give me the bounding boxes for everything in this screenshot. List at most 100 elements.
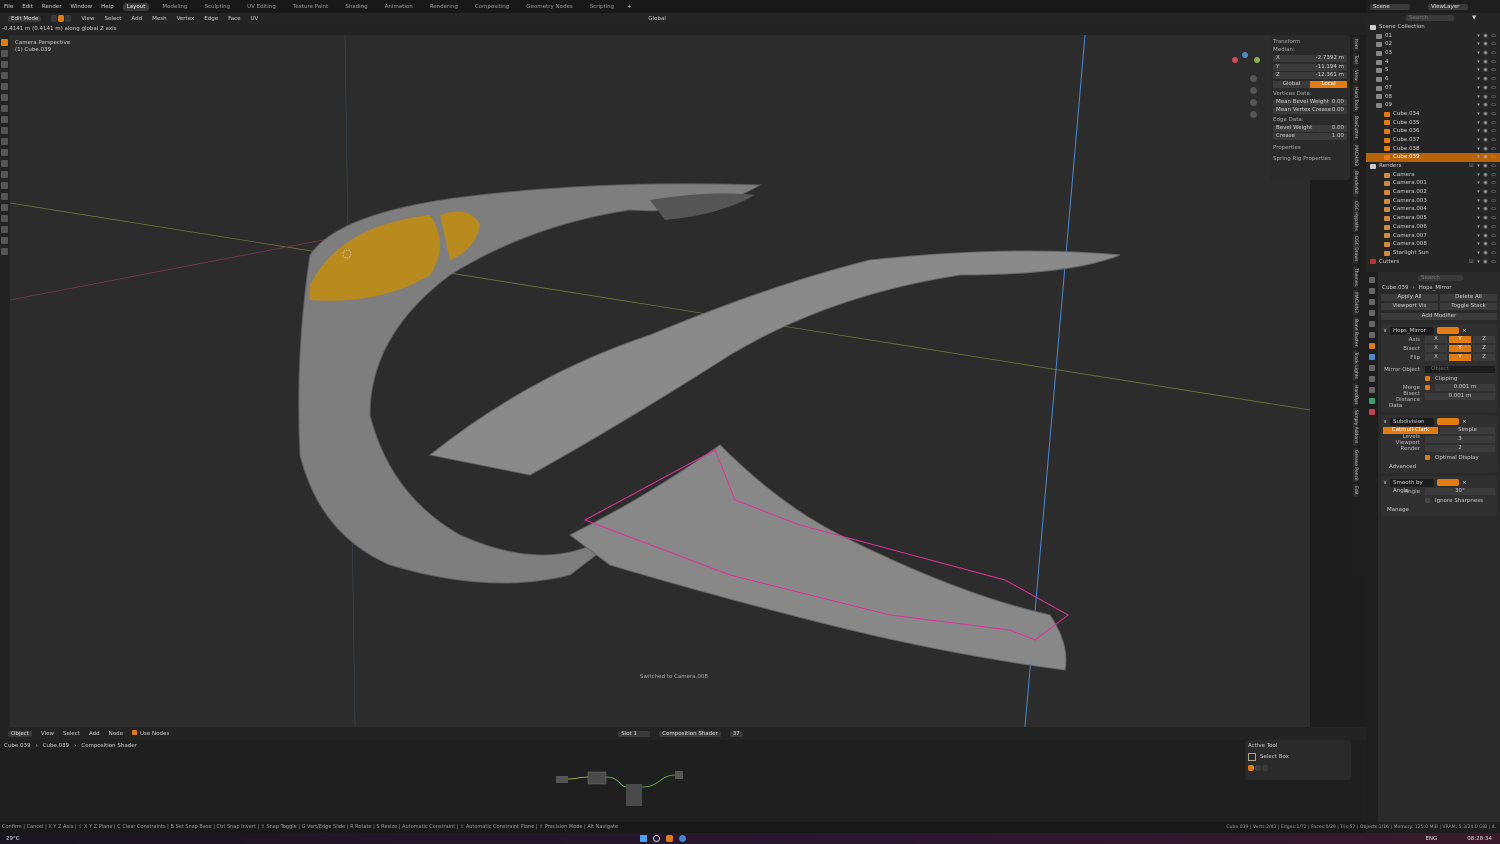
apply-all-button[interactable]: Apply All [1381,294,1438,301]
camera-object-row[interactable]: Camera.002 ▾ ◉ ▭ [1366,188,1500,197]
bisect-z-toggle[interactable]: Z [1473,345,1495,352]
menu-view[interactable]: View [41,731,54,737]
mesh-object-row[interactable]: Cube.039 ▾ ◉ ▭ [1366,153,1500,162]
axis-x-toggle[interactable]: X [1425,336,1447,343]
visibility-icons[interactable]: ▾ ◉ ▭ [1477,197,1497,206]
camera-object-row[interactable]: Camera.005 ▾ ◉ ▭ [1366,214,1500,223]
use-nodes-checkbox[interactable] [131,730,137,735]
blender-app-icon[interactable] [665,835,673,842]
menu-node[interactable]: Node [109,731,123,737]
axis-y-toggle[interactable]: Y [1449,336,1471,343]
tab-uv-editing[interactable]: UV Editing [243,3,280,11]
mirror-object-field[interactable]: Object [1425,366,1495,373]
menu-edit[interactable]: Edit [22,4,33,10]
camera-object-row[interactable]: Camera.007 ▾ ◉ ▭ [1366,232,1500,241]
menu-view[interactable]: View [81,16,94,22]
shear-tool-icon[interactable] [1,237,8,244]
lock-icon[interactable] [1250,111,1257,118]
manage-subpanel[interactable]: Manage [1387,507,1409,513]
flip-z-toggle[interactable]: Z [1473,354,1495,361]
tab-compositing[interactable]: Compositing [471,3,513,11]
transform-header[interactable]: Transform [1273,38,1347,46]
menu-add[interactable]: Add [89,731,100,737]
pan-hand-icon[interactable] [1250,87,1257,94]
mode-new-icon[interactable] [1248,765,1254,771]
view-layer-selector[interactable]: ViewLayer [1428,3,1468,10]
global-toggle[interactable]: Global [1273,80,1310,88]
add-workspace-button[interactable]: + [627,4,632,10]
mesh-object-row[interactable]: Cube.038 ▾ ◉ ▭ [1366,145,1500,154]
start-icon[interactable] [639,835,647,842]
visibility-icons[interactable]: ▾ ◉ ▭ [1477,110,1497,119]
camera-object-row[interactable]: Camera.006 ▾ ◉ ▭ [1366,223,1500,232]
camera-object-row[interactable]: Camera.003 ▾ ◉ ▭ [1366,197,1500,206]
visibility-icons[interactable]: ▾ ◉ ▭ [1477,188,1497,197]
close-icon[interactable]: × [1462,419,1467,425]
visibility-icons[interactable]: ▾ ◉ ▭ [1477,249,1497,258]
tab-blenderkit[interactable]: Blenderkit [1353,169,1358,197]
properties-search-input[interactable]: Search [1418,274,1463,281]
simple-toggle[interactable]: Simple [1440,427,1495,434]
mesh-object-row[interactable]: Cube.037 ▾ ◉ ▭ [1366,136,1500,145]
modifier-properties-icon[interactable] [1369,354,1375,360]
tab-layout[interactable]: Layout [122,2,150,11]
tab-boxcutter[interactable]: BoxCutter [1353,113,1358,141]
tab-cgc-draws[interactable]: CGC Draws [1353,234,1358,264]
weather-widget[interactable]: 29°C [0,836,20,842]
tab-sculpting[interactable]: Sculpting [200,3,234,11]
visibility-icons[interactable]: ▾ ◉ ▭ [1477,127,1497,136]
select-box-icon[interactable] [1248,753,1256,761]
scale-tool-icon[interactable] [1,83,8,90]
filter-icon[interactable]: ▼ [1472,15,1476,21]
visibility-icons[interactable]: ▾ ◉ ▭ [1477,171,1497,180]
modifier-name-field[interactable]: Hops_Mirror [1390,326,1435,335]
merge-field[interactable]: 0.001 m [1435,384,1495,391]
merge-checkbox[interactable] [1425,385,1430,390]
collection-row[interactable]: 07 ▾ ◉ ▭ [1366,84,1500,93]
visibility-icons[interactable]: ▾ ◉ ▭ [1477,75,1497,84]
visibility-icons[interactable]: ▾ ◉ ▭ [1477,214,1497,223]
menu-window[interactable]: Window [70,4,92,10]
face-select-icon[interactable] [65,15,72,22]
viewport-vis-button[interactable]: Viewport Vis [1381,303,1438,310]
tab-geometry-nodes[interactable]: Geometry Nodes [522,3,576,11]
data-subpanel[interactable]: Data [1389,403,1402,409]
tab-tool[interactable]: Tool [1353,53,1358,66]
tab-grease-pencil[interactable]: Grease Pencil [1353,447,1358,483]
tab-animation[interactable]: Animation [381,3,417,11]
material-properties-icon[interactable] [1369,409,1375,415]
transform-tool-icon[interactable] [1,94,8,101]
tab-hard-tools[interactable]: Hard Tools [1353,84,1358,112]
rip-tool-icon[interactable] [1,248,8,255]
data-properties-icon[interactable] [1369,398,1375,404]
spin-tool-icon[interactable] [1,193,8,200]
bisect-distance-field[interactable]: 0.001 m [1425,393,1495,400]
menu-vertex[interactable]: Vertex [177,16,195,22]
menu-help[interactable]: Help [101,4,114,10]
edge-select-icon[interactable] [58,15,65,22]
tab-machin3[interactable]: MACHIN3 [1353,142,1358,168]
tab-item[interactable]: Item [1353,37,1358,52]
visibility-icons[interactable]: ▾ ◉ ▭ [1477,232,1497,241]
local-toggle[interactable]: Local [1310,80,1347,88]
mesh-object-row[interactable]: Cube.034 ▾ ◉ ▭ [1366,110,1500,119]
extrude-tool-icon[interactable] [1,127,8,134]
tab-modeling[interactable]: Modeling [158,3,191,11]
menu-select[interactable]: Select [63,731,80,737]
collection-row[interactable]: 4 ▾ ◉ ▭ [1366,58,1500,67]
edge-slide-tool-icon[interactable] [1,215,8,222]
bevel-weight-field[interactable]: Bevel Weight 0.00 [1273,125,1347,133]
modifier-toggles[interactable] [1437,327,1460,334]
menu-edge[interactable]: Edge [204,16,218,22]
tab-shading[interactable]: Shading [341,3,371,11]
tool-properties-icon[interactable] [1369,277,1375,283]
render-properties-icon[interactable] [1369,288,1375,294]
rotate-tool-icon[interactable] [1,72,8,79]
constraints-icon[interactable] [1369,387,1375,393]
physics-icon[interactable] [1369,376,1375,382]
collection-row[interactable]: 6 ▾ ◉ ▭ [1366,75,1500,84]
material-name-field[interactable]: Composition Shader [659,730,721,737]
camera-view-icon[interactable] [1250,99,1257,106]
visibility-icons[interactable]: ▾ ◉ ▭ [1477,32,1497,41]
language-indicator[interactable]: ENG [1425,836,1437,842]
